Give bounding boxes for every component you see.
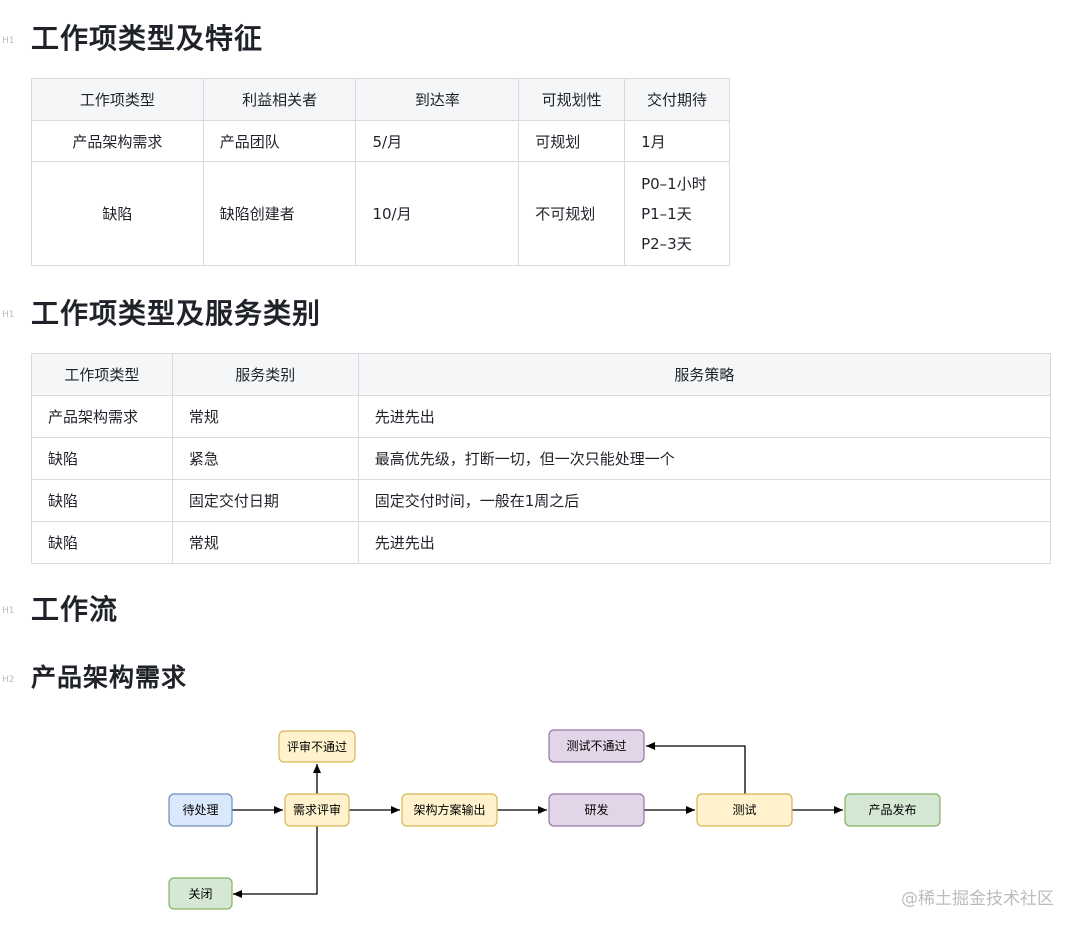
node-release: 产品发布 <box>844 793 941 827</box>
node-test: 测试 <box>696 793 793 827</box>
watermark: @稀土掘金技术社区 <box>901 889 1054 909</box>
node-review: 需求评审 <box>284 793 350 827</box>
node-pending: 待处理 <box>168 793 233 827</box>
node-label: 需求评审 <box>293 802 341 817</box>
node-label: 待处理 <box>182 803 218 817</box>
edge-review-close <box>233 826 318 898</box>
node-review-fail: 评审不通过 <box>278 730 356 763</box>
node-close: 关闭 <box>168 877 233 910</box>
node-develop: 研发 <box>548 793 645 827</box>
node-label: 关闭 <box>188 887 212 901</box>
node-label: 产品发布 <box>868 802 916 817</box>
node-label: 架构方案输出 <box>413 802 485 817</box>
node-arch-output: 架构方案输出 <box>401 793 498 827</box>
node-label: 研发 <box>584 802 608 817</box>
node-label: 测试不通过 <box>566 738 626 753</box>
node-label: 测试 <box>732 802 756 817</box>
node-label: 评审不通过 <box>287 739 347 754</box>
node-test-fail: 测试不通过 <box>548 729 645 763</box>
workflow-diagram: 待处理 需求评审 评审不通过 关闭 架构方案输出 研发 测试 测试不通过 产品发… <box>168 729 941 910</box>
edge-test-fail <box>646 742 746 794</box>
